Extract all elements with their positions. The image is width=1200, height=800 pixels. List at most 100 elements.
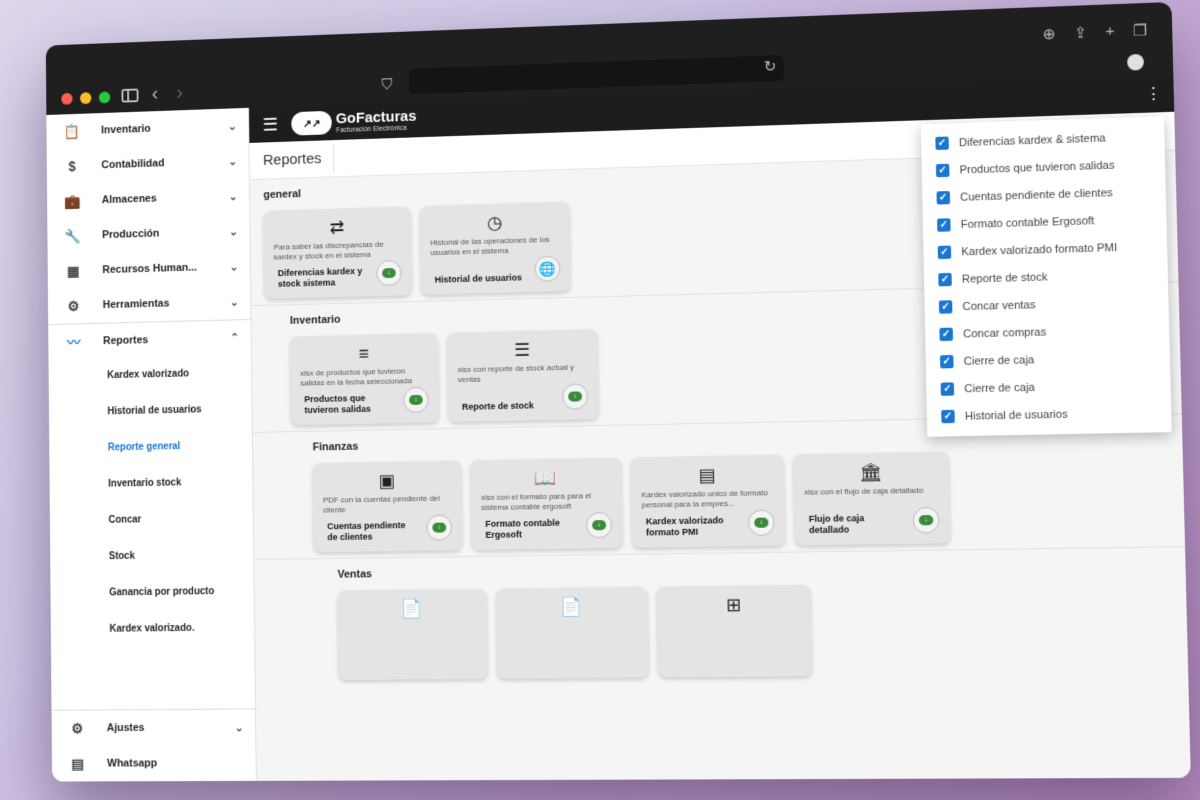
checkbox-checked-icon[interactable]: ✓ bbox=[941, 409, 955, 424]
option-label: Productos que tuvieron salidas bbox=[959, 159, 1115, 177]
book-icon: 📖 bbox=[534, 467, 558, 489]
browser-actions: ⊕ ⇪ + ❐ bbox=[1042, 21, 1147, 43]
download-button[interactable]: ↓ bbox=[747, 509, 775, 537]
download-button[interactable]: ↓ bbox=[403, 386, 429, 414]
sidebar-bottom: ⚙ Ajustes ⌄ ▤ Whatsapp bbox=[51, 708, 256, 782]
sub-item-stock[interactable]: Stock bbox=[50, 536, 253, 575]
card-title: Flujo de caja detallado bbox=[808, 513, 865, 535]
report-card-flujo-caja[interactable]: 🏛 xlsx con el flujo de caja detallado Fl… bbox=[793, 451, 951, 546]
sub-item-concar[interactable]: Concar bbox=[50, 500, 253, 540]
download-button[interactable]: ↓ bbox=[585, 511, 613, 539]
chevron-down-icon: ⌄ bbox=[228, 190, 238, 203]
menu-icon[interactable]: ☰ bbox=[262, 114, 278, 135]
sidebar-item-label: Producción bbox=[102, 227, 160, 242]
option-label: Formato contable Ergosoft bbox=[960, 214, 1095, 231]
download-button[interactable]: ↓ bbox=[562, 383, 589, 410]
checkbox-checked-icon[interactable]: ✓ bbox=[939, 327, 954, 342]
download-button[interactable]: ↓ bbox=[376, 259, 402, 287]
card-description: PDF con la cuentas pendiente del cliente bbox=[322, 493, 440, 515]
reload-icon[interactable]: ↻ bbox=[764, 58, 777, 75]
card-title: Formato contable Ergosoft bbox=[485, 518, 560, 540]
plus-icon[interactable]: + bbox=[1105, 22, 1115, 41]
share-icon[interactable]: ⇪ bbox=[1074, 23, 1087, 42]
close-window-button[interactable] bbox=[61, 92, 73, 105]
report-card-formato-ergosoft[interactable]: 📖 xlsx con el formato para para el siste… bbox=[470, 457, 623, 551]
report-card-ventas-1[interactable]: 📄 bbox=[337, 588, 488, 681]
chevron-down-icon: ⌄ bbox=[229, 261, 239, 274]
option-label: Kardex valorizado formato PMI bbox=[961, 241, 1118, 258]
report-card-cuentas-pendientes[interactable]: ▣ PDF con la cuentas pendiente del clien… bbox=[312, 460, 463, 553]
trend-icon: 〰 bbox=[67, 333, 81, 350]
report-card-ventas-2[interactable]: 📄 bbox=[496, 586, 649, 679]
sub-item-kardex-valorizado[interactable]: Kardex valorizado bbox=[48, 354, 251, 395]
brand-name: GoFacturas bbox=[335, 107, 417, 127]
sidebar-item-ajustes[interactable]: ⚙ Ajustes ⌄ bbox=[52, 709, 256, 746]
download-icon[interactable]: ⊕ bbox=[1042, 25, 1055, 44]
menu-option[interactable]: ✓ Historial de usuarios bbox=[927, 398, 1172, 430]
cloud-download-icon: ↓ bbox=[409, 394, 423, 406]
section-ventas: Ventas 📄 📄 ⊞ bbox=[254, 547, 1188, 686]
report-card-ventas-3[interactable]: ⊞ bbox=[656, 584, 812, 678]
sub-item-reporte-general[interactable]: Reporte general bbox=[49, 427, 252, 467]
sidebar-item-label: Herramientas bbox=[102, 297, 170, 312]
maximize-window-button[interactable] bbox=[98, 91, 111, 104]
sidebar-item-label: Recursos Human... bbox=[102, 261, 198, 277]
sidebar-item-label: Ajustes bbox=[106, 722, 145, 735]
checkbox-checked-icon[interactable]: ✓ bbox=[935, 136, 949, 151]
profile-icon[interactable] bbox=[1127, 53, 1145, 71]
sub-item-ganancia-producto[interactable]: Ganancia por producto bbox=[50, 573, 253, 612]
briefcase-icon: 💼 bbox=[64, 192, 81, 209]
checkbox-checked-icon[interactable]: ✓ bbox=[940, 382, 955, 396]
checkbox-checked-icon[interactable]: ✓ bbox=[937, 218, 951, 232]
sidebar-item-label: Reportes bbox=[103, 333, 149, 347]
sidebar-toggle-icon[interactable] bbox=[121, 88, 139, 103]
document-icon: 📄 bbox=[560, 596, 583, 617]
report-card-productos-salidas[interactable]: ≡ xlsx de productos que tuvieron salidas… bbox=[290, 333, 439, 426]
option-label: Concar compras bbox=[962, 325, 1047, 341]
report-card-diferencias[interactable]: ⇄ Para saber las discrepancias de kardex… bbox=[263, 206, 412, 300]
download-button[interactable]: ↓ bbox=[426, 514, 453, 541]
sort-icon: ≡ bbox=[358, 343, 370, 364]
download-button[interactable]: ↓ bbox=[912, 506, 940, 534]
option-label: Concar ventas bbox=[962, 298, 1036, 313]
browser-window: ‹ › ⛉ ↻ ⊕ ⇪ + ❐ 📋 Inventario ⌄ $ Contabi… bbox=[45, 1, 1191, 782]
sub-item-historial-usuarios[interactable]: Historial de usuarios bbox=[49, 391, 252, 431]
shield-icon[interactable]: ⛉ bbox=[381, 76, 392, 93]
tabs-icon[interactable]: ❐ bbox=[1133, 21, 1147, 40]
sidebar-item-reportes[interactable]: 〰 Reportes ⌃ bbox=[48, 318, 251, 360]
checkbox-checked-icon[interactable]: ✓ bbox=[935, 163, 950, 178]
checkbox-checked-icon[interactable]: ✓ bbox=[939, 354, 954, 369]
grid-icon: ⊞ bbox=[725, 594, 742, 616]
wallet-icon: ▣ bbox=[378, 470, 396, 491]
sidebar-item-whatsapp[interactable]: ▤ Whatsapp bbox=[52, 745, 256, 781]
chevron-right-icon[interactable]: › bbox=[176, 82, 183, 104]
main-content: ☰ ↗↗ GoFacturas Facturación Electrónica … bbox=[248, 75, 1191, 781]
cloud-download-icon: ↓ bbox=[918, 514, 934, 526]
sub-item-inventario-stock[interactable]: Inventario stock bbox=[49, 463, 252, 503]
open-button[interactable]: 🌐 bbox=[534, 255, 561, 282]
chevron-down-icon: ⌄ bbox=[229, 296, 239, 309]
report-card-historial[interactable]: ◷ Historial de las operaciones de los us… bbox=[420, 201, 571, 295]
minimize-window-button[interactable] bbox=[80, 92, 92, 105]
chevron-left-icon[interactable]: ‹ bbox=[152, 83, 159, 105]
report-card-reporte-stock[interactable]: ☰ xlsx con reporte de stock actual y ven… bbox=[447, 329, 599, 423]
checkbox-checked-icon[interactable]: ✓ bbox=[938, 272, 952, 287]
option-label: Cierre de caja bbox=[964, 381, 1035, 395]
option-label: Diferencias kardex & sistema bbox=[958, 131, 1106, 149]
sidebar-item-herramientas[interactable]: ⚙ Herramientas ⌄ bbox=[48, 284, 251, 324]
sidebar-item-recursos-humanos[interactable]: ▦ Recursos Human... ⌄ bbox=[48, 248, 250, 289]
card-description: Para saber las discrepancias de kardex y… bbox=[273, 239, 384, 262]
sidebar-item-produccion[interactable]: 🔧 Producción ⌄ bbox=[47, 213, 249, 254]
section-finanzas: Finanzas ▣ PDF con la cuentas pendiente … bbox=[252, 414, 1186, 561]
address-bar[interactable] bbox=[408, 54, 785, 95]
page-title: Reportes bbox=[262, 144, 335, 175]
card-list: ▣ PDF con la cuentas pendiente del clien… bbox=[312, 448, 1170, 553]
sub-item-kardex-valorizado-2[interactable]: Kardex valorizado. bbox=[51, 609, 255, 648]
checkbox-checked-icon[interactable]: ✓ bbox=[937, 245, 952, 260]
more-vert-icon[interactable]: ⋮ bbox=[1145, 84, 1161, 103]
checkbox-checked-icon[interactable]: ✓ bbox=[938, 300, 953, 314]
checkbox-checked-icon[interactable]: ✓ bbox=[936, 190, 951, 205]
report-card-kardex-pmi[interactable]: ▤ Kardex valorizado unico de formato per… bbox=[630, 454, 786, 548]
card-description: xlsx con el formato para para el sistema… bbox=[480, 491, 592, 512]
sidebar-item-label: Contabilidad bbox=[101, 157, 165, 172]
